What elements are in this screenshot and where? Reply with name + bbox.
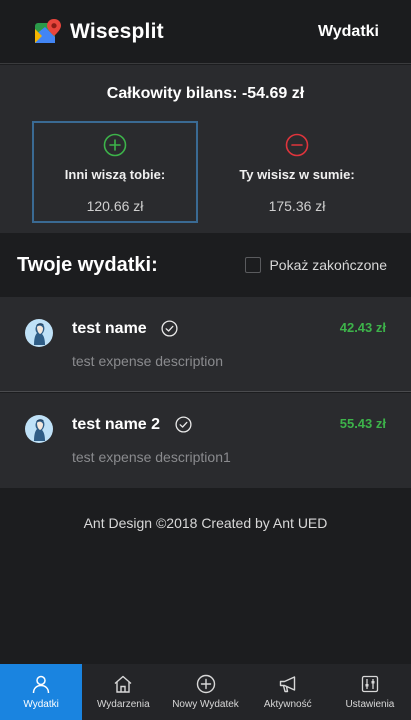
expense-item[interactable]: test name 42.43 zł test expense descript… xyxy=(0,297,411,392)
nav-label: Ustawienia xyxy=(345,699,395,710)
owed-to-you-card[interactable]: Inni wiszą tobie: 120.66 zł xyxy=(32,121,198,223)
nav-label: Wydatki xyxy=(23,699,59,710)
header-nav-link[interactable]: Wydatki xyxy=(318,23,379,41)
nav-label: Nowy Wydatek xyxy=(172,699,239,710)
show-finished-checkbox[interactable] xyxy=(245,257,262,273)
expense-item[interactable]: test name 2 55.43 zł test expense descri… xyxy=(0,393,411,488)
sliders-icon xyxy=(361,675,379,693)
app-header: Wisesplit Wydatki xyxy=(0,0,411,64)
megaphone-icon xyxy=(279,676,295,693)
brand[interactable]: Wisesplit xyxy=(32,17,164,47)
expense-amount: 55.43 zł xyxy=(339,416,386,431)
you-owe-label: Ty wisisz w sumie: xyxy=(239,167,355,182)
nav-item-wydarzenia[interactable]: Wydarzenia xyxy=(82,664,164,720)
show-finished-label: Pokaż zakończone xyxy=(269,257,387,273)
map-pin-logo-icon xyxy=(35,18,61,43)
plus-circle-icon xyxy=(103,133,127,157)
show-finished-toggle[interactable]: Pokaż zakończone xyxy=(245,257,387,273)
you-owe-value: 175.36 zł xyxy=(268,198,326,214)
bottom-nav: Wydatki Wydarzenia Nowy Wydatek Aktywnoś… xyxy=(0,664,411,720)
user-icon xyxy=(32,675,50,694)
owed-to-you-value: 120.66 zł xyxy=(86,198,144,214)
nav-label: Aktywność xyxy=(263,699,312,710)
you-owe-card[interactable]: Ty wisisz w sumie: 175.36 zł xyxy=(214,121,380,223)
check-circle-icon xyxy=(161,320,178,337)
avatar xyxy=(25,415,53,443)
expenses-section-header: Twoje wydatki: Pokaż zakończone xyxy=(0,233,411,297)
home-icon xyxy=(114,675,132,693)
expense-amount: 42.43 zł xyxy=(339,320,386,335)
nav-item-wydatki[interactable]: Wydatki xyxy=(0,664,83,720)
expense-name: test name xyxy=(72,320,147,337)
expenses-title: Twoje wydatki: xyxy=(17,253,158,276)
owed-to-you-label: Inni wiszą tobie: xyxy=(64,167,166,182)
expense-description: test expense description1 xyxy=(72,449,231,465)
nav-item-ustawienia[interactable]: Ustawienia xyxy=(329,664,411,720)
app-name: Wisesplit xyxy=(70,19,164,43)
balance-summary: Całkowity bilans: -54.69 zł Inni wiszą t… xyxy=(0,65,411,233)
expense-description: test expense description xyxy=(72,353,223,369)
avatar xyxy=(25,319,53,347)
nav-item-nowy-wydatek[interactable]: Nowy Wydatek xyxy=(164,664,246,720)
nav-label: Wydarzenia xyxy=(96,699,150,710)
plus-circle-icon xyxy=(196,674,215,694)
expense-name: test name 2 xyxy=(72,416,161,433)
page-footer: Ant Design ©2018 Created by Ant UED xyxy=(83,515,328,531)
total-balance: Całkowity bilans: -54.69 zł xyxy=(106,85,305,102)
check-circle-icon xyxy=(175,416,192,433)
nav-item-aktywnosc[interactable]: Aktywność xyxy=(247,664,329,720)
minus-circle-icon xyxy=(285,133,309,157)
